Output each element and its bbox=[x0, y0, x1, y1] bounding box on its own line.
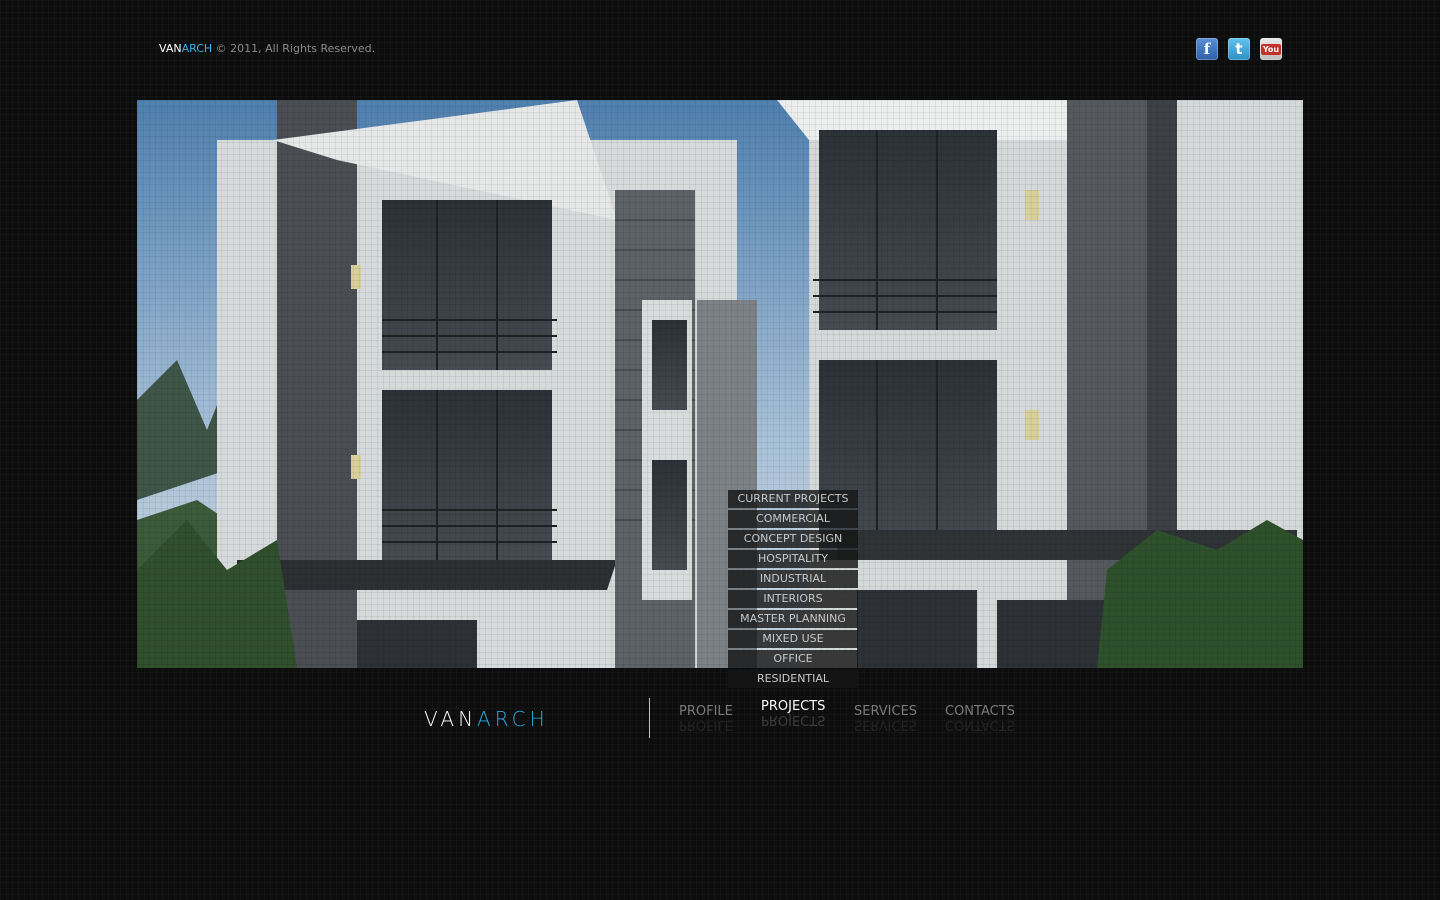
nav-contacts-label: CONTACTS bbox=[945, 704, 1015, 719]
nav-contacts[interactable]: CONTACTS CONTACTS bbox=[945, 704, 1015, 732]
submenu-item-master-planning[interactable]: MASTER PLANNING bbox=[728, 610, 858, 628]
submenu-item-hospitality[interactable]: HOSPITALITY bbox=[728, 550, 858, 568]
nav-services[interactable]: SERVICES SERVICES bbox=[854, 704, 917, 732]
projects-submenu: CURRENT PROJECTS COMMERCIAL CONCEPT DESI… bbox=[728, 490, 858, 690]
submenu-item-industrial[interactable]: INDUSTRIAL bbox=[728, 570, 858, 588]
copyright-notice: © 2011, All Rights Reserved. bbox=[212, 42, 376, 55]
nav-profile-reflection: PROFILE bbox=[679, 717, 733, 732]
brand-arch: ARCH bbox=[181, 42, 213, 55]
social-links: f t You bbox=[1196, 38, 1282, 60]
submenu-item-commercial[interactable]: COMMERCIAL bbox=[728, 510, 858, 528]
nav-profile[interactable]: PROFILE PROFILE bbox=[679, 704, 733, 732]
youtube-icon-label: You bbox=[1260, 43, 1282, 55]
submenu-item-interiors[interactable]: INTERIORS bbox=[728, 590, 858, 608]
logo-part-arch: ARCH bbox=[477, 707, 549, 731]
submenu-item-current-projects[interactable]: CURRENT PROJECTS bbox=[728, 490, 858, 508]
vanarch-logo[interactable]: VANARCH bbox=[424, 707, 549, 731]
hero-image bbox=[137, 100, 1303, 668]
nav-projects-reflection: PROJECTS bbox=[761, 712, 826, 727]
submenu-item-concept-design[interactable]: CONCEPT DESIGN bbox=[728, 530, 858, 548]
building-rendering bbox=[137, 100, 1303, 668]
submenu-item-mixed-use[interactable]: MIXED USE bbox=[728, 630, 858, 648]
nav-profile-label: PROFILE bbox=[679, 704, 733, 719]
youtube-icon[interactable]: You bbox=[1260, 38, 1282, 60]
facebook-icon[interactable]: f bbox=[1196, 38, 1218, 60]
nav-services-label: SERVICES bbox=[854, 704, 918, 719]
nav-projects[interactable]: PROJECTS PROJECTS bbox=[761, 699, 825, 727]
nav-projects-label: PROJECTS bbox=[761, 699, 826, 714]
submenu-item-residential[interactable]: RESIDENTIAL bbox=[728, 670, 858, 688]
logo-part-van: VAN bbox=[424, 707, 478, 731]
brand-van: VAN bbox=[159, 42, 182, 55]
twitter-icon[interactable]: t bbox=[1228, 38, 1250, 60]
nav-contacts-reflection: CONTACTS bbox=[945, 717, 1015, 732]
nav-services-reflection: SERVICES bbox=[854, 717, 918, 732]
copyright-text: VANARCH © 2011, All Rights Reserved. bbox=[159, 42, 375, 55]
logo-divider bbox=[649, 698, 650, 738]
submenu-item-office[interactable]: OFFICE bbox=[728, 650, 858, 668]
